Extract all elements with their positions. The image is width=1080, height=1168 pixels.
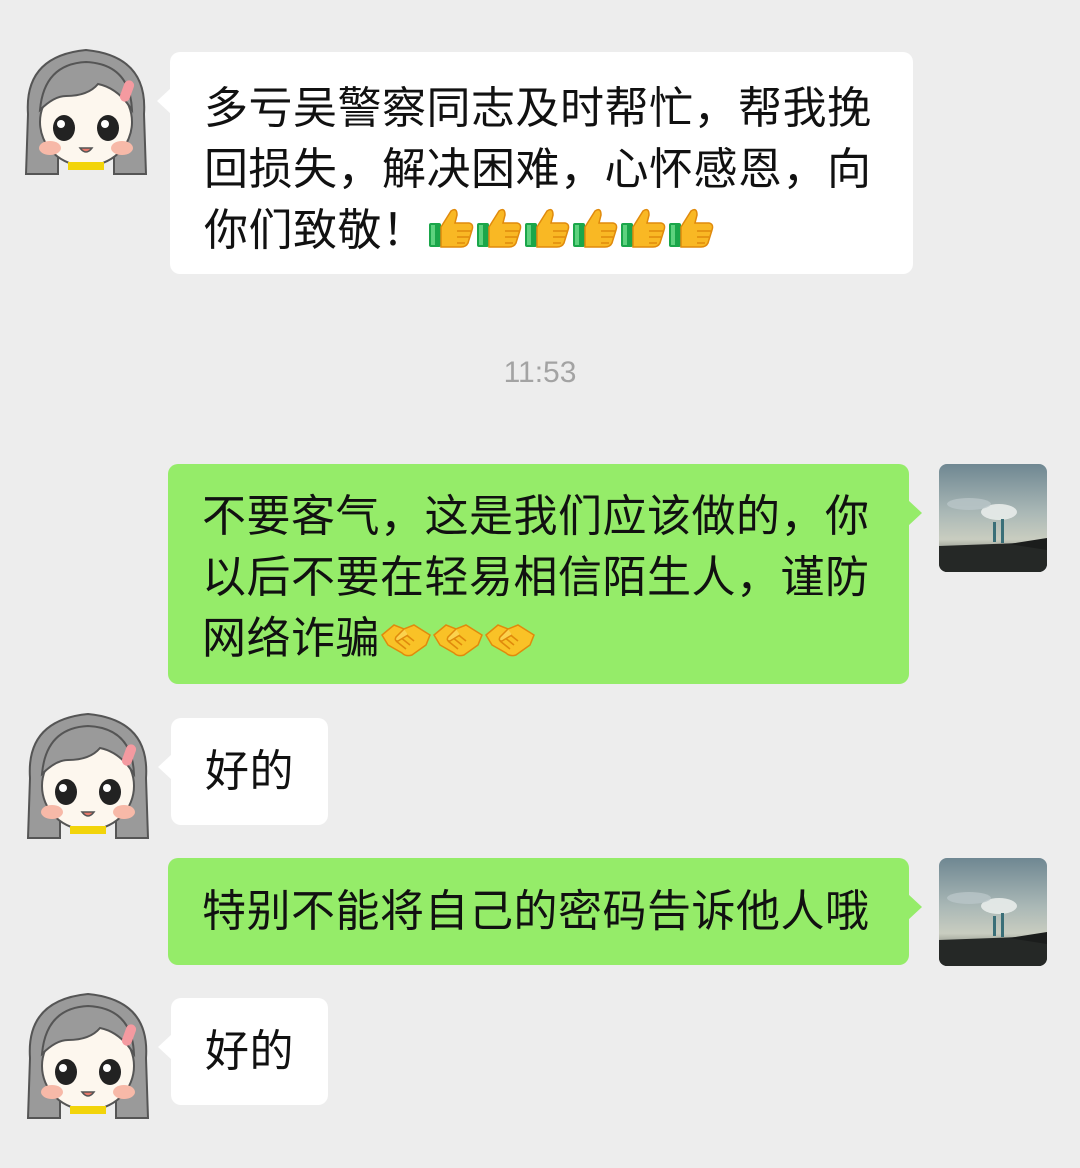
message-bubble-incoming[interactable]: 多亏吴警察同志及时帮忙，帮我挽回损失，解决困难，心怀感恩，向你们致敬！ (157, 52, 913, 274)
message-text: 好的 (205, 746, 294, 797)
sky-photo-avatar-icon (939, 858, 1047, 966)
girl-avatar-icon (14, 36, 158, 180)
thumbs-up-icon (571, 203, 619, 251)
message-text: 特别不能将自己的密码告诉他人哦 (202, 886, 870, 937)
handshake-icon (380, 619, 432, 659)
handshake-icon (484, 619, 536, 659)
message-bubble-incoming[interactable]: 好的 (158, 718, 328, 825)
thumbs-up-icon (619, 203, 667, 251)
girl-avatar-icon (16, 700, 160, 844)
my-avatar[interactable] (939, 858, 1047, 966)
thumbs-up-icon (667, 203, 715, 251)
message-bubble-incoming[interactable]: 好的 (158, 998, 328, 1105)
thumbs-up-icon (475, 203, 523, 251)
contact-avatar[interactable] (16, 980, 160, 1124)
chat-window: 多亏吴警察同志及时帮忙，帮我挽回损失，解决困难，心怀感恩，向你们致敬！ 11:5… (0, 0, 1080, 1168)
message-text: 好的 (205, 1026, 294, 1077)
contact-avatar[interactable] (16, 700, 160, 844)
thumbs-up-icon (427, 203, 475, 251)
handshake-emoji-row (380, 613, 536, 664)
contact-avatar[interactable] (14, 36, 158, 180)
sky-photo-avatar-icon (939, 464, 1047, 572)
handshake-icon (432, 619, 484, 659)
message-bubble-outgoing[interactable]: 不要客气，这是我们应该做的，你以后不要在轻易相信陌生人，谨防网络诈骗 (168, 464, 922, 684)
thumbs-up-icon (523, 203, 571, 251)
message-timestamp: 11:53 (503, 356, 577, 389)
message-bubble-outgoing[interactable]: 特别不能将自己的密码告诉他人哦 (168, 858, 922, 965)
girl-avatar-icon (16, 980, 160, 1124)
my-avatar[interactable] (939, 464, 1047, 572)
thumbs-up-emoji-row (427, 205, 715, 256)
